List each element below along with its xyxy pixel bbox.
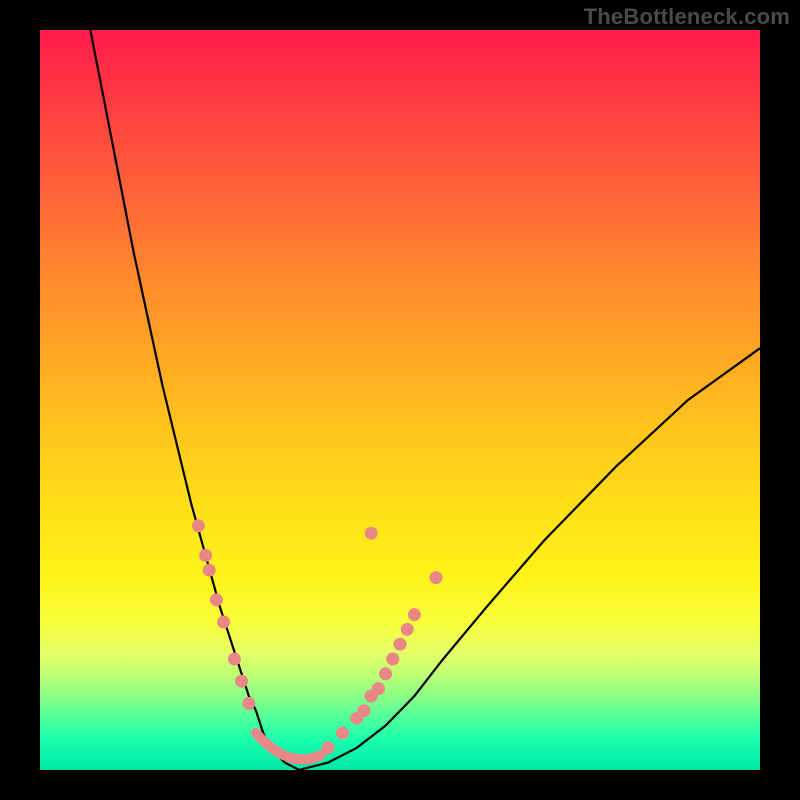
data-point — [203, 564, 216, 577]
curve-line — [90, 30, 760, 770]
data-point — [379, 667, 392, 680]
data-point — [401, 623, 414, 636]
watermark-text: TheBottleneck.com — [584, 4, 790, 30]
data-point — [336, 727, 349, 740]
data-point — [322, 741, 335, 754]
data-point — [358, 704, 371, 717]
data-point — [365, 527, 378, 540]
left-cluster-dots — [192, 519, 255, 710]
data-point — [408, 608, 421, 621]
data-point — [242, 697, 255, 710]
data-point — [217, 616, 230, 629]
data-point — [430, 571, 443, 584]
data-point — [199, 549, 212, 562]
right-cluster-dots — [322, 527, 443, 755]
plot-area — [40, 30, 760, 770]
data-point — [372, 682, 385, 695]
data-point — [210, 593, 223, 606]
data-point — [235, 675, 248, 688]
data-point — [228, 653, 241, 666]
chart-stage: TheBottleneck.com — [0, 0, 800, 800]
data-point — [386, 653, 399, 666]
valley-marker-band — [256, 733, 321, 759]
chart-svg — [40, 30, 760, 770]
data-point — [394, 638, 407, 651]
data-point — [192, 519, 205, 532]
